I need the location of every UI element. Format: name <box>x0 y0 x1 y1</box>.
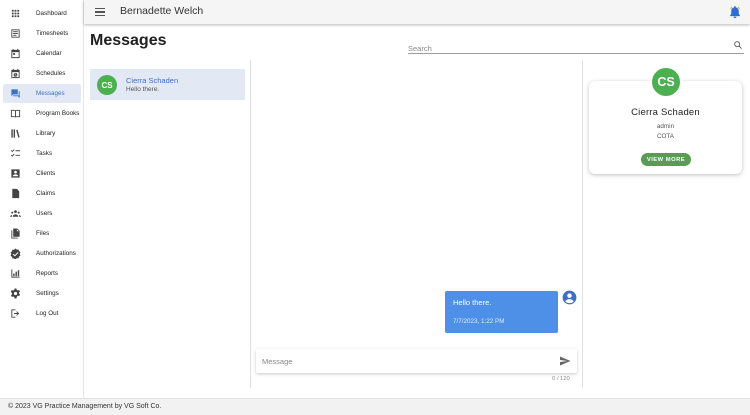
conversation-name: Cierra Schaden <box>126 76 179 85</box>
verified-icon <box>9 248 21 260</box>
profile-name: Cierra Schaden <box>631 107 700 118</box>
profile-avatar: CS <box>651 67 681 97</box>
divider <box>582 60 583 388</box>
sidebar-item-label: Authorizations <box>36 250 76 257</box>
book-open-icon <box>9 108 21 120</box>
sidebar-item-label: Tasks <box>36 150 53 157</box>
avatar: CS <box>97 75 117 95</box>
sidebar-item-library[interactable]: Library <box>3 124 81 143</box>
sidebar-item-label: Calendar <box>36 50 62 57</box>
sidebar-item-label: Reports <box>36 270 59 277</box>
gear-icon <box>9 288 21 300</box>
sidebar-item-calendar[interactable]: Calendar <box>3 44 81 63</box>
message-input[interactable] <box>262 354 542 368</box>
message-composer <box>256 349 577 373</box>
sidebar-item-timesheets[interactable]: Timesheets <box>3 24 81 43</box>
sidebar-item-label: Log Out <box>36 310 59 317</box>
sidebar-item-label: Clients <box>36 170 56 177</box>
schedule-icon <box>9 68 21 80</box>
sidebar-item-schedules[interactable]: Schedules <box>3 64 81 83</box>
bar-chart-icon <box>9 268 21 280</box>
search-icon[interactable] <box>733 40 743 50</box>
sidebar-item-label: Files <box>36 230 50 237</box>
chat-icon <box>9 88 21 100</box>
sidebar-item-label: Dashboard <box>36 10 67 17</box>
view-more-button[interactable]: VIEW MORE <box>641 153 691 166</box>
search-bar <box>408 38 744 56</box>
divider <box>250 60 251 388</box>
sidebar-item-reports[interactable]: Reports <box>3 264 81 283</box>
account-circle-icon <box>562 290 577 305</box>
sidebar-item-messages[interactable]: Messages <box>3 84 81 103</box>
menu-icon[interactable] <box>93 5 107 19</box>
sidebar-item-label: Timesheets <box>36 30 69 37</box>
character-counter: 0 / 120 <box>552 376 570 382</box>
sidebar-item-tasks[interactable]: Tasks <box>3 144 81 163</box>
sidebar-item-label: Library <box>36 130 56 137</box>
sidebar-item-settings[interactable]: Settings <box>3 284 81 303</box>
search-input[interactable] <box>408 41 708 56</box>
sidebar-item-label: Users <box>36 210 53 217</box>
sidebar-item-program-books[interactable]: Program Books <box>3 104 81 123</box>
sidebar-item-label: Messages <box>36 90 65 97</box>
send-icon[interactable] <box>559 355 571 367</box>
sidebar-item-clients[interactable]: Clients <box>3 164 81 183</box>
sidebar-item-claims[interactable]: Claims <box>3 184 81 203</box>
notification-bell-icon[interactable] <box>728 5 742 19</box>
footer: © 2023 VG Practice Management by VG Soft… <box>0 398 750 415</box>
profile-organization: COTA <box>656 133 675 140</box>
conversation-item[interactable]: CS Cierra Schaden Hello there. <box>90 69 245 100</box>
sidebar: Dashboard Timesheets Calendar Schedules … <box>0 0 84 398</box>
sidebar-item-authorizations[interactable]: Authorizations <box>3 244 81 263</box>
message-timestamp: 7/7/2023, 1:22 PM <box>453 318 505 325</box>
sidebar-item-files[interactable]: Files <box>3 224 81 243</box>
users-icon <box>9 208 21 220</box>
page-title: Messages <box>90 32 167 49</box>
sidebar-item-log-out[interactable]: Log Out <box>3 304 81 323</box>
profile-role: admin <box>656 123 675 130</box>
message-text: Hello there. <box>453 298 492 307</box>
top-bar: Bernadette Welch <box>84 0 750 24</box>
sidebar-item-users[interactable]: Users <box>3 204 81 223</box>
message-bubble[interactable]: Hello there. 7/7/2023, 1:22 PM <box>445 291 558 333</box>
library-icon <box>9 128 21 140</box>
logout-icon <box>9 308 21 320</box>
sidebar-item-label: Claims <box>36 190 56 197</box>
conversation-preview: Hello there. <box>126 86 160 93</box>
sidebar-item-label: Schedules <box>36 70 66 77</box>
sidebar-item-label: Program Books <box>36 110 80 117</box>
apps-grid-icon <box>9 8 21 20</box>
footer-copyright: © 2023 VG Practice Management by VG Soft… <box>8 403 162 410</box>
sidebar-item-dashboard[interactable]: Dashboard <box>3 4 81 23</box>
files-icon <box>9 228 21 240</box>
timesheet-icon <box>9 28 21 40</box>
claims-icon <box>9 188 21 200</box>
sidebar-item-label: Settings <box>36 290 59 297</box>
checklist-icon <box>9 148 21 160</box>
contact-icon <box>9 168 21 180</box>
user-name: Bernadette Welch <box>120 5 204 17</box>
calendar-icon <box>9 48 21 60</box>
